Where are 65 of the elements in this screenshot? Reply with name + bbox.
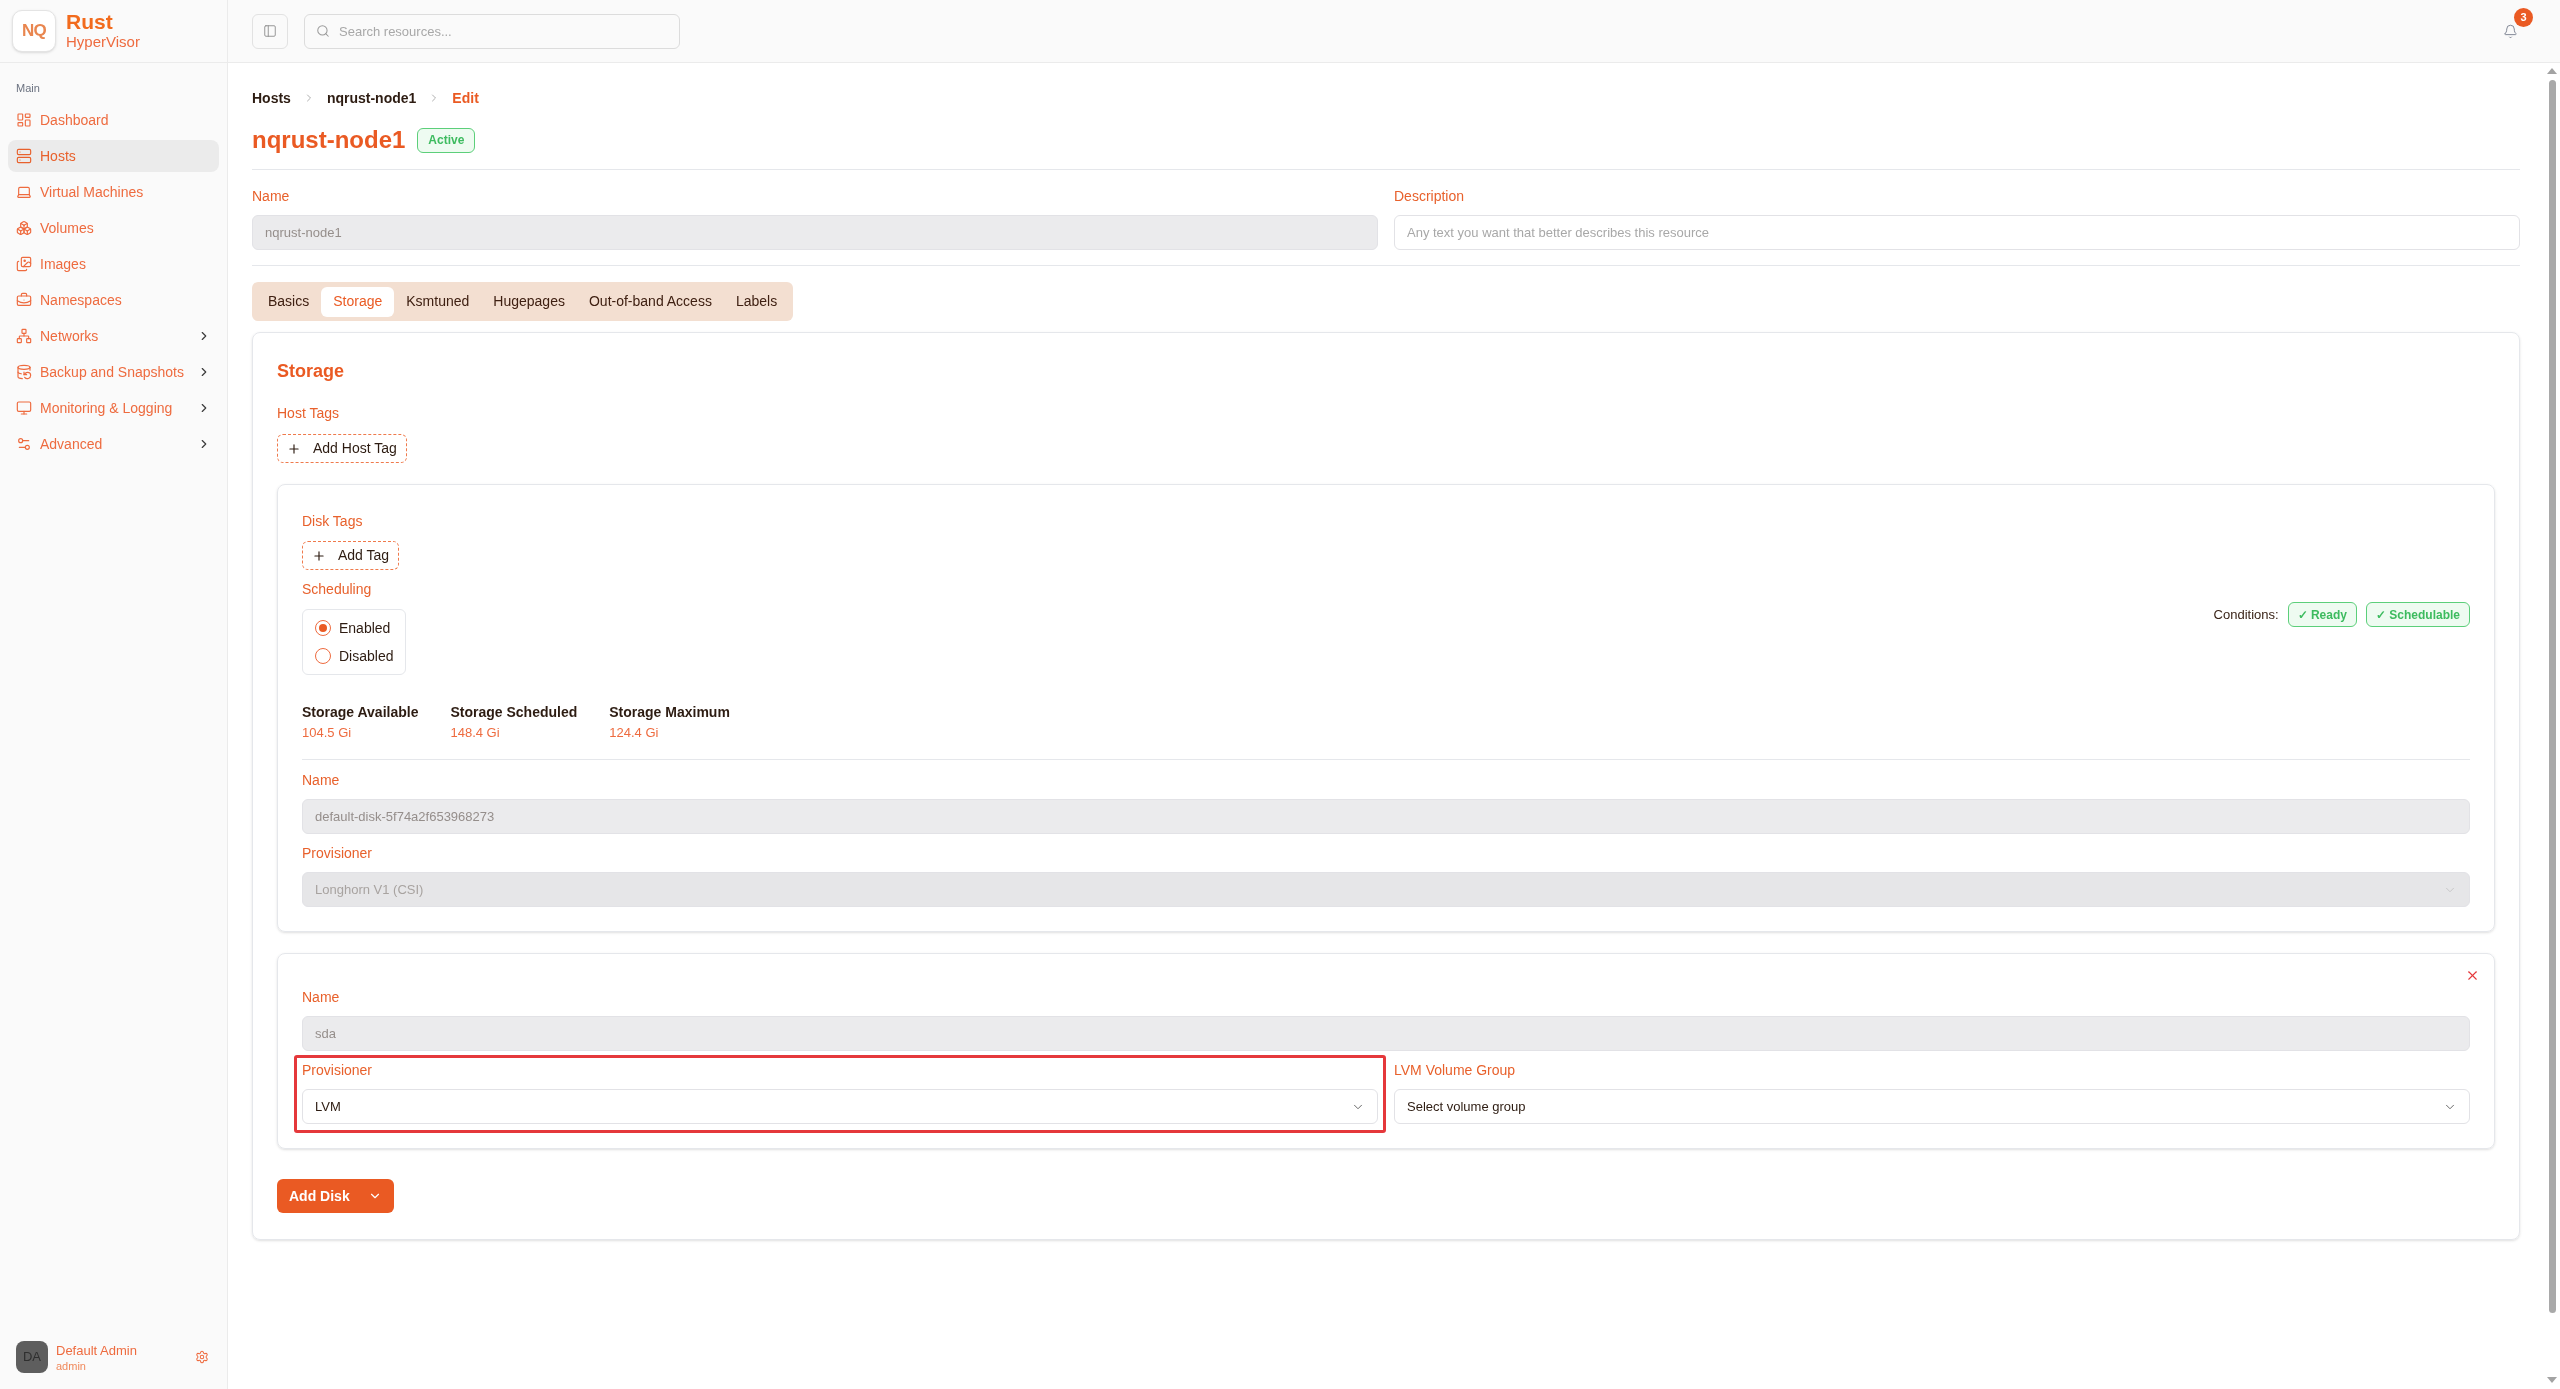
field-label: Provisioner	[302, 844, 374, 863]
condition-badge: ✓ Schedulable	[2365, 602, 2470, 627]
field-label: Name	[252, 187, 291, 206]
user-name: Default Admin	[56, 1341, 137, 1359]
search-icon	[316, 23, 330, 38]
logo: NQ	[12, 10, 56, 52]
sliders-icon	[16, 436, 32, 452]
server-icon	[16, 148, 32, 164]
section-label: Host Tags	[277, 404, 339, 423]
add-tag-button[interactable]: Add Host Tag	[277, 434, 407, 463]
notification-count: 3	[2514, 8, 2533, 27]
stat-label: Storage Scheduled	[450, 703, 578, 722]
condition-badge: ✓ Ready	[2287, 602, 2357, 627]
field-label: Description	[1394, 187, 1466, 206]
text-input[interactable]: Any text you want that better describes this resource	[1394, 215, 2520, 250]
panel-icon	[263, 24, 277, 38]
search-field[interactable]: Search resources...	[304, 13, 680, 49]
database-icon	[16, 364, 32, 380]
stat-label: Storage Available	[302, 703, 419, 722]
tab[interactable]: Out-of-band Access	[576, 286, 724, 317]
sidebar-toggle-button[interactable]	[252, 13, 288, 49]
stat-label: Storage Maximum	[609, 703, 730, 722]
select-field[interactable]: Select volume group	[1394, 1089, 2470, 1124]
monitor-icon	[16, 400, 32, 416]
bell-icon	[2502, 23, 2518, 39]
stat-value: 148.4 Gi	[450, 724, 501, 742]
add-disk-button[interactable]: Add Disk	[277, 1179, 394, 1213]
plus-icon	[287, 441, 301, 456]
brand-subtitle: HyperVisor	[66, 33, 140, 51]
tab[interactable]: Basics	[256, 286, 322, 317]
status-badge: Active	[417, 127, 476, 153]
section-label: Scheduling	[302, 580, 372, 599]
field-label: LVM Volume Group	[1394, 1061, 1517, 1080]
stat-value: 124.4 Gi	[609, 724, 660, 742]
plus-icon	[312, 548, 326, 563]
images-icon	[16, 256, 32, 272]
field-label: Name	[302, 771, 341, 790]
field-label: Provisioner	[302, 1061, 374, 1080]
tab[interactable]: Hugepages	[481, 286, 577, 317]
page-title: nqrust-node1	[252, 125, 406, 155]
field-label: Name	[302, 988, 341, 1007]
radio-label: Disabled	[339, 646, 394, 666]
tab[interactable]: Storage	[321, 286, 395, 317]
dashboard-grid-icon	[16, 112, 32, 128]
add-tag-button[interactable]: Add Tag	[302, 541, 400, 570]
brand-title: Rust	[66, 11, 114, 33]
section-label: Main	[16, 80, 40, 96]
conditions-label: Conditions:	[2213, 605, 2279, 624]
breadcrumb-link[interactable]: nqrust-node1	[326, 87, 417, 109]
section-label: Disk Tags	[302, 512, 363, 531]
radio-label: Enabled	[339, 618, 391, 638]
tab[interactable]: Labels	[723, 286, 790, 317]
breadcrumb-link[interactable]: Edit	[452, 87, 479, 109]
boxes-icon	[16, 220, 32, 236]
settings-icon	[195, 1350, 209, 1364]
section-title: Storage	[277, 360, 346, 383]
sidebar-item[interactable]: Hosts	[8, 140, 219, 172]
briefcase-icon	[16, 292, 32, 308]
tab[interactable]: Ksmtuned	[394, 286, 482, 317]
breadcrumb-link[interactable]: Hosts	[252, 87, 291, 109]
laptop-icon	[16, 184, 32, 200]
network-icon	[16, 328, 32, 344]
user-role: admin	[56, 1358, 87, 1373]
stat-value: 104.5 Gi	[302, 724, 353, 742]
select-field[interactable]: LVM	[302, 1089, 1378, 1124]
